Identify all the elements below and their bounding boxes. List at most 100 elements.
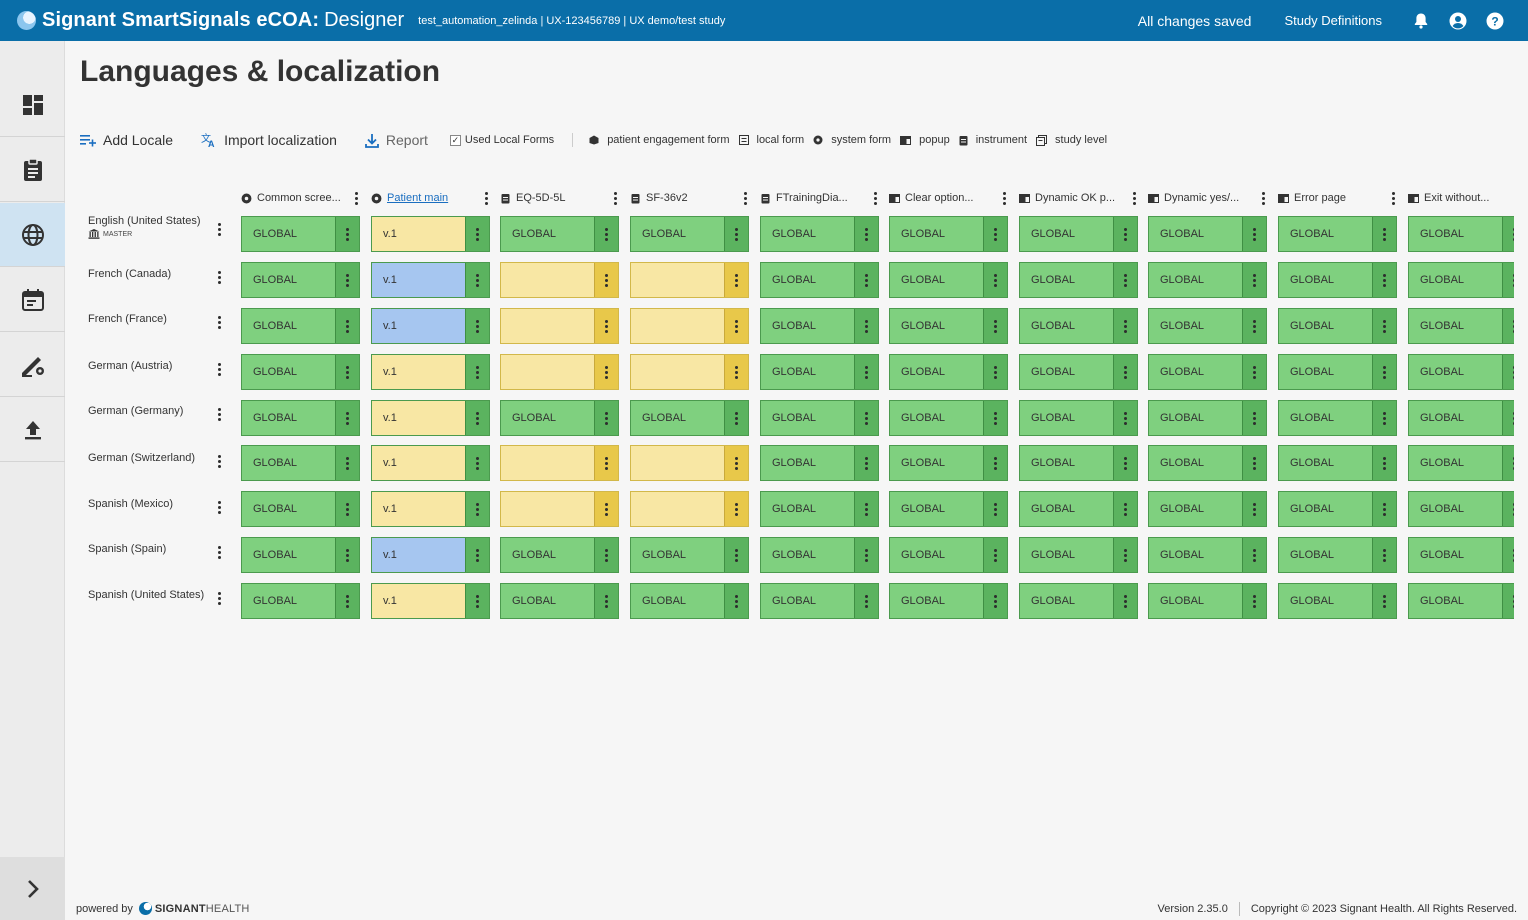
cell-menu-button[interactable] [854, 309, 878, 343]
cell-menu-button[interactable] [1113, 401, 1137, 435]
localization-cell[interactable]: GLOBAL [630, 583, 749, 619]
localization-cell[interactable]: GLOBAL [1148, 262, 1267, 298]
column-menu-button[interactable] [1258, 190, 1268, 206]
cell-menu-button[interactable] [1372, 309, 1396, 343]
localization-cell[interactable]: GLOBAL [760, 537, 879, 573]
localization-cell[interactable]: v.1 [371, 445, 490, 481]
localization-cell[interactable] [630, 262, 749, 298]
cell-menu-button[interactable] [335, 217, 359, 251]
localization-cell[interactable]: v.1 [371, 216, 490, 252]
cell-menu-button[interactable] [335, 309, 359, 343]
localization-cell[interactable]: v.1 [371, 537, 490, 573]
cell-menu-button[interactable] [983, 538, 1007, 572]
localization-cell[interactable]: GLOBAL [1019, 308, 1138, 344]
localization-cell[interactable]: GLOBAL [241, 400, 360, 436]
column-menu-button[interactable] [610, 190, 620, 206]
localization-cell[interactable] [500, 354, 619, 390]
cell-menu-button[interactable] [983, 355, 1007, 389]
localization-cell[interactable]: GLOBAL [500, 537, 619, 573]
cell-menu-button[interactable] [983, 263, 1007, 297]
cell-menu-button[interactable] [1242, 355, 1266, 389]
cell-menu-button[interactable] [594, 309, 618, 343]
cell-menu-button[interactable] [1113, 492, 1137, 526]
localization-cell[interactable] [500, 262, 619, 298]
cell-menu-button[interactable] [1242, 309, 1266, 343]
localization-cell[interactable]: GLOBAL [760, 491, 879, 527]
cell-menu-button[interactable] [1372, 217, 1396, 251]
chevron-right-icon[interactable] [0, 857, 65, 920]
localization-cell[interactable] [630, 445, 749, 481]
localization-cell[interactable]: GLOBAL [889, 583, 1008, 619]
column-menu-button[interactable] [481, 190, 491, 206]
localization-cell[interactable]: GLOBAL [1278, 216, 1397, 252]
cell-menu-button[interactable] [1372, 492, 1396, 526]
localization-cell[interactable]: GLOBAL [630, 216, 749, 252]
cell-menu-button[interactable] [1502, 263, 1514, 297]
localization-cell[interactable]: GLOBAL [1019, 491, 1138, 527]
localization-cell[interactable]: GLOBAL [889, 262, 1008, 298]
cell-menu-button[interactable] [854, 492, 878, 526]
localization-cell[interactable]: GLOBAL [1408, 400, 1514, 436]
cell-menu-button[interactable] [1113, 309, 1137, 343]
localization-cell[interactable]: GLOBAL [241, 354, 360, 390]
cell-menu-button[interactable] [335, 538, 359, 572]
cell-menu-button[interactable] [983, 446, 1007, 480]
cell-menu-button[interactable] [335, 446, 359, 480]
cell-menu-button[interactable] [335, 401, 359, 435]
cell-menu-button[interactable] [1242, 217, 1266, 251]
localization-cell[interactable]: GLOBAL [1408, 308, 1514, 344]
import-localization-button[interactable]: 文A Import localization [201, 132, 337, 148]
localization-cell[interactable]: GLOBAL [1278, 537, 1397, 573]
localization-cell[interactable]: GLOBAL [1019, 400, 1138, 436]
localization-cell[interactable] [630, 308, 749, 344]
cell-menu-button[interactable] [983, 309, 1007, 343]
localization-cell[interactable]: GLOBAL [1148, 216, 1267, 252]
localization-cell[interactable]: GLOBAL [760, 308, 879, 344]
column-menu-button[interactable] [351, 190, 361, 206]
localization-cell[interactable]: GLOBAL [1148, 400, 1267, 436]
localization-cell[interactable]: GLOBAL [500, 400, 619, 436]
cell-menu-button[interactable] [465, 584, 489, 618]
localization-cell[interactable]: GLOBAL [1148, 354, 1267, 390]
cell-menu-button[interactable] [335, 492, 359, 526]
cell-menu-button[interactable] [1242, 538, 1266, 572]
locale-menu-button[interactable] [214, 220, 224, 238]
locale-menu-button[interactable] [214, 452, 224, 470]
localization-cell[interactable]: GLOBAL [889, 491, 1008, 527]
localization-cell[interactable]: GLOBAL [1278, 262, 1397, 298]
localization-cell[interactable]: GLOBAL [1019, 216, 1138, 252]
column-menu-button[interactable] [1129, 190, 1139, 206]
cell-menu-button[interactable] [1242, 263, 1266, 297]
cell-menu-button[interactable] [1502, 492, 1514, 526]
cell-menu-button[interactable] [854, 355, 878, 389]
cell-menu-button[interactable] [594, 492, 618, 526]
design-settings-icon[interactable] [0, 333, 65, 397]
localization-cell[interactable] [630, 491, 749, 527]
column-menu-button[interactable] [870, 190, 880, 206]
localization-cell[interactable]: GLOBAL [889, 354, 1008, 390]
localization-cell[interactable]: GLOBAL [1278, 400, 1397, 436]
localization-cell[interactable]: GLOBAL [1408, 262, 1514, 298]
cell-menu-button[interactable] [1372, 446, 1396, 480]
cell-menu-button[interactable] [465, 538, 489, 572]
cell-menu-button[interactable] [724, 401, 748, 435]
used-local-forms-checkbox[interactable]: ✓ Used Local Forms [449, 134, 554, 146]
localization-cell[interactable]: GLOBAL [889, 216, 1008, 252]
cell-menu-button[interactable] [594, 401, 618, 435]
localization-cell[interactable]: GLOBAL [1148, 491, 1267, 527]
locale-menu-button[interactable] [214, 498, 224, 516]
localization-cell[interactable]: GLOBAL [1148, 537, 1267, 573]
cell-menu-button[interactable] [594, 446, 618, 480]
column-header-label[interactable]: Patient main [387, 192, 448, 204]
cell-menu-button[interactable] [1502, 355, 1514, 389]
cell-menu-button[interactable] [1502, 217, 1514, 251]
localization-cell[interactable]: GLOBAL [241, 445, 360, 481]
localization-cell[interactable]: GLOBAL [1408, 445, 1514, 481]
cell-menu-button[interactable] [594, 217, 618, 251]
localization-cell[interactable]: GLOBAL [760, 445, 879, 481]
cell-menu-button[interactable] [724, 217, 748, 251]
localization-cell[interactable]: GLOBAL [1408, 583, 1514, 619]
cell-menu-button[interactable] [335, 355, 359, 389]
cell-menu-button[interactable] [854, 584, 878, 618]
cell-menu-button[interactable] [1502, 401, 1514, 435]
